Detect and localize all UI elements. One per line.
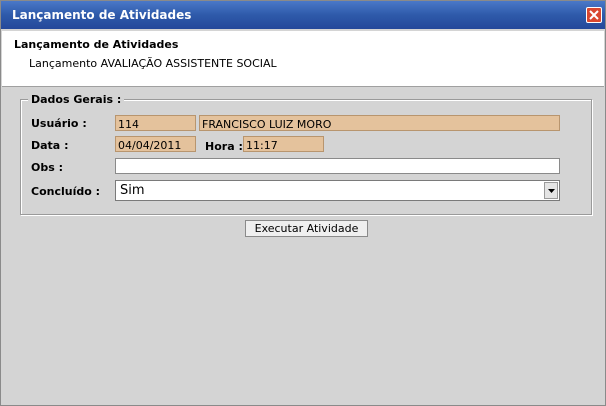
obs-label: Obs : xyxy=(31,161,64,174)
data-label: Data : xyxy=(31,139,69,152)
concluido-select[interactable]: Sim xyxy=(115,180,560,201)
usuario-name-field: FRANCISCO LUIZ MORO xyxy=(199,115,560,131)
date-field: 04/04/2011 xyxy=(115,136,196,152)
concluido-selected-value: Sim xyxy=(120,183,145,198)
close-button[interactable] xyxy=(586,7,602,23)
header-panel: Lançamento de Atividades Lançamento AVAL… xyxy=(2,31,604,87)
obs-input[interactable] xyxy=(115,158,560,174)
usuario-id-field: 114 xyxy=(115,115,196,131)
title-bar[interactable]: Lançamento de Atividades xyxy=(1,1,605,29)
close-icon xyxy=(589,10,599,20)
chevron-down-icon xyxy=(548,189,555,193)
fieldset-legend: Dados Gerais : xyxy=(28,93,125,106)
hora-label: Hora : xyxy=(205,140,243,153)
time-field: 11:17 xyxy=(243,136,324,152)
execute-activity-button[interactable]: Executar Atividade xyxy=(245,220,368,237)
window-title: Lançamento de Atividades xyxy=(12,8,192,22)
dropdown-button[interactable] xyxy=(544,182,558,199)
activity-window: Lançamento de Atividades Lançamento de A… xyxy=(0,0,606,406)
header-subtitle: Lançamento AVALIAÇÃO ASSISTENTE SOCIAL xyxy=(29,57,277,70)
header-title: Lançamento de Atividades xyxy=(14,38,179,51)
concluido-label: Concluído : xyxy=(31,185,101,198)
usuario-label: Usuário : xyxy=(31,117,87,130)
